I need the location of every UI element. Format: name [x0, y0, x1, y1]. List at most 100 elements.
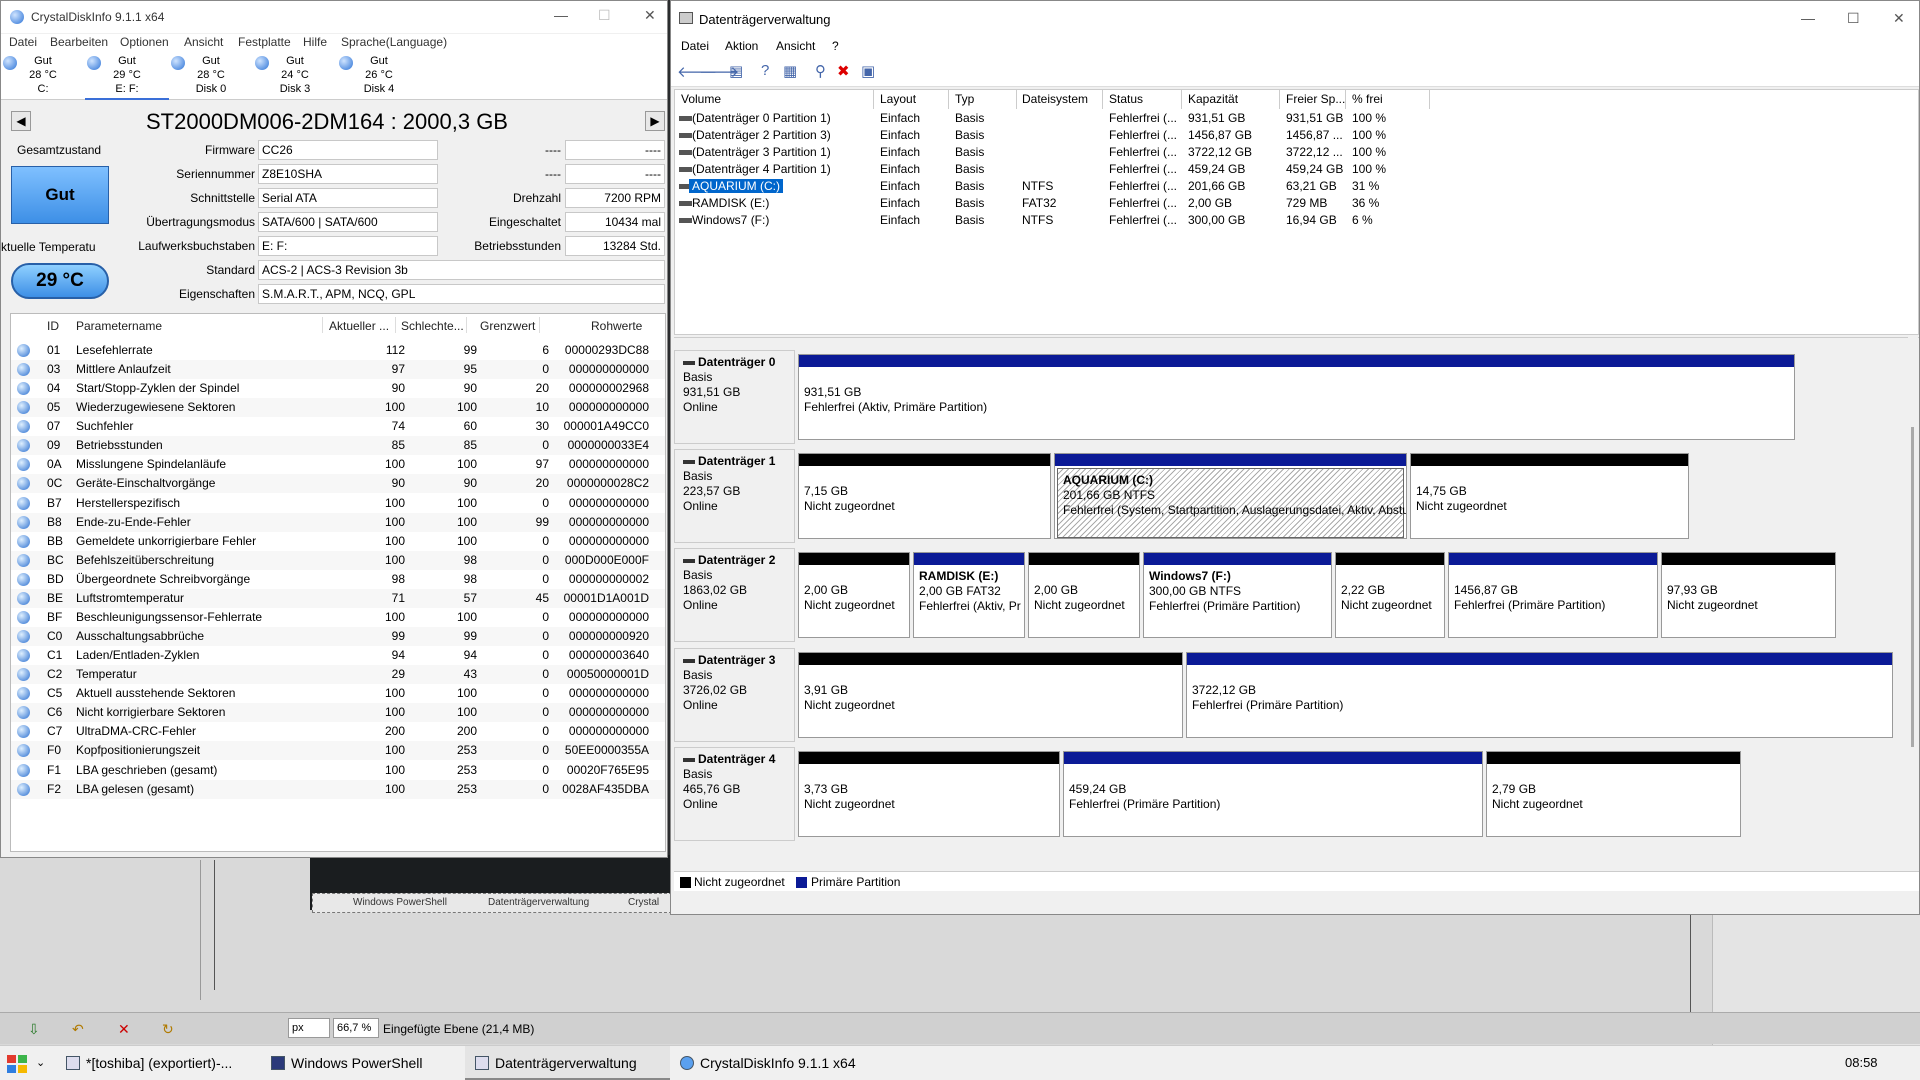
table-row[interactable]: 05 Wiederzugewiesene Sektoren 100 100 10 0000…	[11, 398, 665, 418]
table-row[interactable]: C0 Ausschaltungsabbrüche 99 99 0 000000000920	[11, 627, 665, 647]
col-name[interactable]: Parametername	[76, 319, 162, 333]
table-row[interactable]: BB Gemeldete unkorrigierbare Fehler 100 100…	[11, 532, 665, 551]
menu-aktion[interactable]: Aktion	[725, 39, 758, 53]
table-row[interactable]: BF Beschleunigungssensor-Fehlerrate 100 100…	[11, 608, 665, 627]
export-icon[interactable]: ⇩	[28, 1021, 40, 1038]
thumb-crystal[interactable]: Crystal	[628, 897, 659, 908]
table-row[interactable]: BC Befehlszeitüberschreitung 100 98 0 000D000…	[11, 550, 665, 570]
clock[interactable]: 08:58	[1845, 1055, 1878, 1070]
table-row[interactable]: 01 Lesefehlerrate 112 99 6 00000293DC88	[11, 341, 665, 360]
partition-unallocated[interactable]: 3,91 GB Nicht zugeordnet	[798, 652, 1183, 738]
table-row[interactable]: C7 UltraDMA-CRC-Fehler 200 200 0 000000000000	[11, 722, 665, 741]
help-icon[interactable]: ?	[761, 62, 769, 79]
table-row[interactable]: B8 Ende-zu-Ende-Fehler 100 100 99 00000000000…	[11, 512, 665, 532]
partition-primary[interactable]: 459,24 GB Fehlerfrei (Primäre Partition)	[1063, 751, 1483, 837]
partition-unallocated[interactable]: 2,22 GB Nicht zugeordnet	[1335, 552, 1445, 638]
disk-header[interactable]: Datenträger 0 Basis 931,51 GB Online	[674, 350, 795, 444]
maximize-icon[interactable]: ☐	[1847, 10, 1860, 27]
menu-datei[interactable]: Datei	[9, 35, 37, 49]
table-row[interactable]: 09 Betriebsstunden 85 85 0 0000000033E4	[11, 436, 665, 456]
properties-icon[interactable]: ▦	[783, 62, 797, 80]
close-icon[interactable]: ✕	[118, 1021, 130, 1038]
menu-ansicht[interactable]: Ansicht	[776, 39, 815, 53]
cdi-titlebar[interactable]: CrystalDiskInfo 9.1.1 x64 — ☐ ✕	[1, 1, 667, 33]
thumb-powershell[interactable]: Windows PowerShell	[353, 897, 447, 908]
partition-primary[interactable]: 931,51 GB Fehlerfrei (Aktiv, Primäre Part…	[798, 354, 1795, 440]
partition-unallocated[interactable]: 14,75 GB Nicht zugeordnet	[1410, 453, 1689, 539]
console-tree-icon[interactable]: ▤	[729, 62, 743, 80]
partition-primary[interactable]: AQUARIUM (C:) 201,66 GB NTFS Fehlerfrei (S…	[1054, 453, 1407, 539]
minimize-icon[interactable]: —	[1801, 10, 1815, 26]
col-current[interactable]: Aktueller ...	[329, 319, 389, 333]
partition-primary[interactable]: 1456,87 GB Fehlerfrei (Primäre Partition)	[1448, 552, 1658, 638]
disk-tab-disk3[interactable]: Gut 24 °C Disk 3	[253, 54, 337, 100]
disk-tab-ef[interactable]: Gut 29 °C E: F:	[85, 54, 169, 100]
menu-sprache[interactable]: Sprache(Language)	[341, 35, 447, 49]
start-dropdown-icon[interactable]: ⌄	[36, 1056, 45, 1069]
table-row[interactable]: B7 Herstellerspezifisch 100 100 0 00000000000…	[11, 494, 665, 513]
table-row[interactable]: C6 Nicht korrigierbare Sektoren 100 100 0 000…	[11, 703, 665, 723]
menu-optionen[interactable]: Optionen	[120, 35, 169, 49]
table-row[interactable]: F1 LBA geschrieben (gesamt) 100 253 0 00020F7…	[11, 761, 665, 780]
col-volume[interactable]: Volume	[681, 92, 721, 106]
undo-icon[interactable]: ↶	[72, 1021, 84, 1038]
volume-row[interactable]: (Datenträger 0 Partition 1) Einfach Basis F…	[675, 110, 1920, 127]
partition-unallocated[interactable]: 97,93 GB Nicht zugeordnet	[1661, 552, 1836, 638]
partition-unallocated[interactable]: 2,00 GB Nicht zugeordnet	[798, 552, 910, 638]
unit-select[interactable]: px	[288, 1018, 330, 1038]
partition-unallocated[interactable]: 2,79 GB Nicht zugeordnet	[1486, 751, 1741, 837]
delete-icon[interactable]: ✖	[837, 62, 850, 80]
partition-unallocated[interactable]: 3,73 GB Nicht zugeordnet	[798, 751, 1060, 837]
table-row[interactable]: BD Übergeordnete Schreibvorgänge 98 98 0 0000…	[11, 570, 665, 589]
menu-datei[interactable]: Datei	[681, 39, 709, 53]
col-capacity[interactable]: Kapazität	[1188, 92, 1238, 106]
task-crystaldiskinfo[interactable]: CrystalDiskInfo 9.1.1 x64	[670, 1046, 875, 1080]
task-gimp[interactable]: *[toshiba] (exportiert)-...	[56, 1046, 261, 1080]
volume-row[interactable]: AQUARIUM (C:) Einfach Basis NTFS Fehlerfrei …	[675, 178, 1920, 195]
prev-disk-icon[interactable]: ◀	[11, 111, 31, 131]
task-powershell[interactable]: Windows PowerShell	[261, 1046, 463, 1080]
menu-ansicht[interactable]: Ansicht	[184, 35, 223, 49]
table-row[interactable]: 0C Geräte-Einschaltvorgänge 90 90 20 00000000…	[11, 474, 665, 494]
close-icon[interactable]: ✕	[644, 7, 656, 24]
table-row[interactable]: BE Luftstromtemperatur 71 57 45 00001D1A001D	[11, 588, 665, 608]
partition-unallocated[interactable]: 2,00 GB Nicht zugeordnet	[1028, 552, 1140, 638]
connect-icon[interactable]: ⚲	[815, 62, 826, 80]
volume-row[interactable]: Windows7 (F:) Einfach Basis NTFS Fehlerfrei …	[675, 212, 1920, 229]
partition-primary[interactable]: RAMDISK (E:) 2,00 GB FAT32 Fehlerfrei (Akt…	[913, 552, 1025, 638]
scrollbar-thumb[interactable]	[1911, 427, 1914, 747]
next-disk-icon[interactable]: ▶	[645, 111, 665, 131]
col-free[interactable]: Freier Sp...	[1286, 92, 1345, 106]
menu-bearbeiten[interactable]: Bearbeiten	[50, 35, 108, 49]
col-filesystem[interactable]: Dateisystem	[1022, 92, 1088, 106]
disk-header[interactable]: Datenträger 4 Basis 465,76 GB Online	[674, 747, 795, 841]
disk-header[interactable]: Datenträger 2 Basis 1863,02 GB Online	[674, 548, 795, 642]
col-type[interactable]: Typ	[955, 92, 974, 106]
col-worst[interactable]: Schlechte...	[401, 319, 464, 333]
volume-row[interactable]: (Datenträger 2 Partition 3) Einfach Basis F…	[675, 127, 1920, 144]
table-row[interactable]: C5 Aktuell ausstehende Sektoren 100 100 0 000…	[11, 684, 665, 703]
graph-scrollbar[interactable]	[1908, 337, 1918, 867]
temperature-badge[interactable]: 29 °C	[11, 263, 109, 299]
disk-header[interactable]: Datenträger 3 Basis 3726,02 GB Online	[674, 648, 795, 742]
menu-festplatte[interactable]: Festplatte	[238, 35, 291, 49]
table-row[interactable]: C1 Laden/Entladen-Zyklen 94 94 0 000000003640	[11, 646, 665, 665]
col-percent-free[interactable]: % frei	[1352, 92, 1383, 106]
partition-primary[interactable]: 3722,12 GB Fehlerfrei (Primäre Partition)	[1186, 652, 1893, 738]
dm-titlebar[interactable]: Datenträgerverwaltung — ☐ ✕	[671, 1, 1919, 37]
col-id[interactable]: ID	[47, 319, 59, 333]
disk-tab-c[interactable]: Gut 28 °C C:	[1, 54, 85, 100]
settings-icon[interactable]: ▣	[861, 62, 875, 80]
table-row[interactable]: F2 LBA gelesen (gesamt) 100 253 0 0028AF435DB…	[11, 779, 665, 799]
table-row[interactable]: C2 Temperatur 29 43 0 00050000001D	[11, 665, 665, 685]
volume-row[interactable]: (Datenträger 3 Partition 1) Einfach Basis F…	[675, 144, 1920, 161]
volume-row[interactable]: RAMDISK (E:) Einfach Basis FAT32 Fehlerfrei …	[675, 195, 1920, 212]
col-status[interactable]: Status	[1109, 92, 1143, 106]
partition-primary[interactable]: Windows7 (F:) 300,00 GB NTFS Fehlerfrei (P…	[1143, 552, 1332, 638]
minimize-icon[interactable]: —	[554, 7, 568, 23]
menu-help[interactable]: ?	[832, 39, 839, 53]
reset-icon[interactable]: ↻	[162, 1021, 174, 1038]
table-row[interactable]: 03 Mittlere Anlaufzeit 97 95 0 000000000000	[11, 360, 665, 380]
col-threshold[interactable]: Grenzwert	[480, 319, 535, 333]
zoom-select[interactable]: 66,7 %	[333, 1018, 379, 1038]
